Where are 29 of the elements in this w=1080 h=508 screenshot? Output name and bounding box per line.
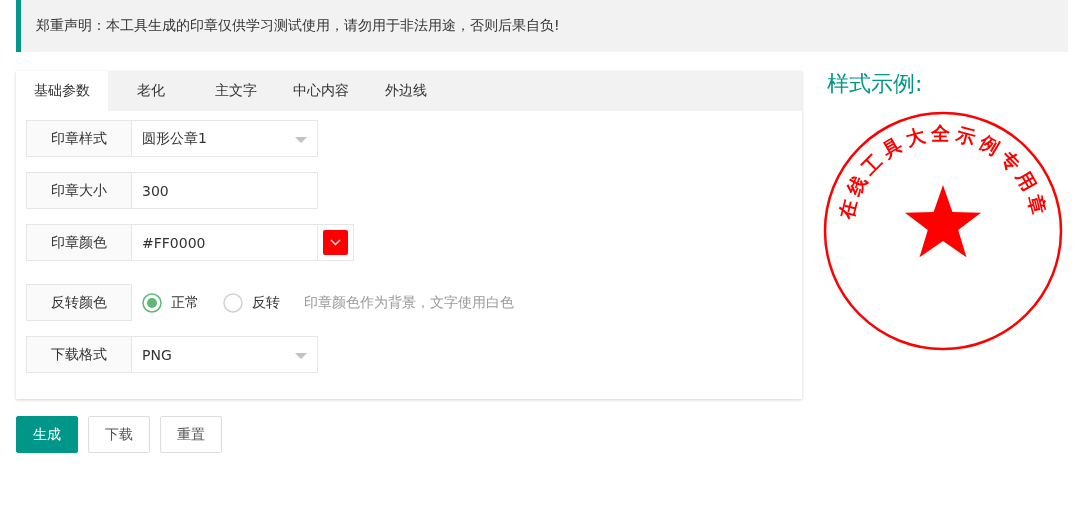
tab[interactable]: 主文字 (193, 71, 278, 111)
input-field[interactable]: 300 (132, 172, 318, 209)
hint-text: 印章颜色作为背景，文字使用白色 (304, 293, 514, 312)
tab[interactable]: 外边线 (363, 71, 448, 111)
action-button[interactable]: 下载 (88, 416, 150, 453)
radio-label: 正常 (171, 293, 199, 312)
action-button[interactable]: 重置 (160, 416, 222, 453)
field-label: 印章样式 (26, 120, 132, 157)
radio-button[interactable] (223, 292, 243, 313)
field-label: 下载格式 (26, 336, 132, 373)
tab[interactable]: 老化 (108, 71, 193, 111)
preview-title: 样式示例: (827, 70, 924, 98)
caret-icon (295, 137, 307, 143)
tab[interactable]: 基础参数 (16, 71, 108, 111)
tab[interactable]: 中心内容 (278, 71, 363, 111)
select-field[interactable]: PNG (132, 336, 318, 373)
chevron-down-icon (330, 239, 341, 246)
select-field[interactable]: 圆形公章1 (132, 120, 318, 157)
generate-button[interactable]: 生成 (16, 416, 78, 453)
input-field[interactable]: #FF0000 (132, 224, 318, 261)
color-picker-button[interactable] (323, 230, 348, 255)
radio-button[interactable] (142, 292, 162, 313)
seal-text: 在线工具大全示例专用章 (834, 122, 1052, 222)
field-label: 印章颜色 (26, 224, 132, 261)
field-label: 反转颜色 (26, 284, 132, 321)
radio-label: 反转 (252, 293, 280, 312)
disclaimer-banner: 郑重声明：本工具生成的印章仅供学习测试使用，请勿用于非法用途，否则后果自负! (16, 0, 1068, 52)
field-label: 印章大小 (26, 172, 132, 209)
caret-icon (295, 353, 307, 359)
